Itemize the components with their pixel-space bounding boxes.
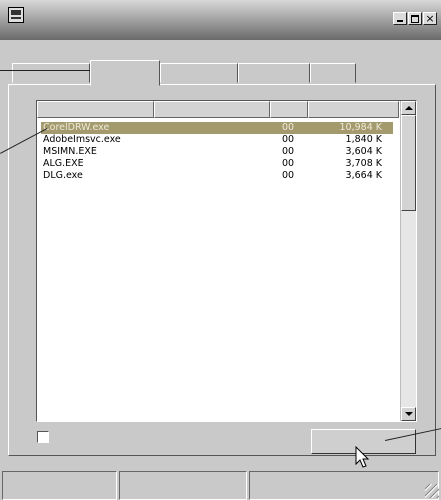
process-name: DLG.exe: [43, 170, 83, 181]
process-row[interactable]: ALG.EXE 00 3,708 K: [41, 158, 393, 170]
process-name: ALG.EXE: [43, 158, 84, 169]
tab-processes[interactable]: [90, 60, 160, 86]
process-name: CorelDRW.exe: [43, 122, 110, 133]
status-pane-commit: [249, 471, 439, 500]
process-mem: 3,708 K: [345, 158, 382, 169]
process-name: AdobeImsvc.exe: [43, 134, 121, 145]
show-all-users-checkbox[interactable]: [37, 431, 49, 443]
scroll-thumb[interactable]: [401, 115, 416, 211]
title-bar[interactable]: ×: [0, 0, 441, 40]
vertical-scrollbar[interactable]: [400, 101, 416, 421]
tab-performance[interactable]: [160, 63, 238, 83]
column-header-mem-usage[interactable]: [308, 101, 399, 118]
process-row[interactable]: CorelDRW.exe 00 10,984 K: [41, 122, 393, 134]
column-header-cpu[interactable]: [270, 101, 308, 118]
caption-buttons: ×: [392, 12, 437, 25]
process-cpu: 00: [282, 122, 295, 133]
process-cpu: 00: [282, 134, 295, 145]
close-button[interactable]: ×: [423, 12, 437, 25]
maximize-button[interactable]: [408, 12, 422, 25]
process-cpu: 00: [282, 146, 295, 157]
process-mem: 1,840 K: [345, 134, 382, 145]
column-header-user-name[interactable]: [154, 101, 270, 118]
tab-users[interactable]: [310, 63, 356, 83]
list-header: [37, 101, 399, 118]
tab-networking[interactable]: [238, 63, 310, 83]
process-name: MSIMN.EXE: [43, 146, 97, 157]
status-bar: [0, 468, 441, 500]
tab-strip: [12, 60, 436, 86]
process-row[interactable]: DLG.exe 00 3,664 K: [41, 170, 393, 182]
task-manager-window: × CorelDRW.exe 00 10,984 K AdobeImsvc.ex…: [0, 0, 441, 500]
column-header-image-name[interactable]: [37, 101, 154, 118]
tab-applications[interactable]: [12, 63, 90, 83]
process-cpu: 00: [282, 158, 295, 169]
process-mem: 3,664 K: [345, 170, 382, 181]
process-row[interactable]: AdobeImsvc.exe 00 1,840 K: [41, 134, 393, 146]
scroll-down-arrow-icon[interactable]: [401, 407, 416, 421]
process-mem: 10,984 K: [339, 122, 383, 133]
system-menu-icon[interactable]: [8, 7, 24, 23]
minimize-button[interactable]: [393, 12, 407, 25]
process-cpu: 00: [282, 170, 295, 181]
process-mem: 3,604 K: [345, 146, 382, 157]
process-list[interactable]: CorelDRW.exe 00 10,984 K AdobeImsvc.exe …: [36, 100, 417, 422]
process-row[interactable]: MSIMN.EXE 00 3,604 K: [41, 146, 393, 158]
process-list-content: CorelDRW.exe 00 10,984 K AdobeImsvc.exe …: [37, 101, 399, 421]
resize-grip-icon[interactable]: [425, 484, 439, 498]
status-pane-cpu: [119, 471, 247, 500]
callout-line-tab: [0, 70, 96, 71]
status-pane-processes: [2, 471, 117, 500]
mouse-pointer-icon: [355, 446, 370, 468]
scroll-up-arrow-icon[interactable]: [401, 101, 416, 115]
